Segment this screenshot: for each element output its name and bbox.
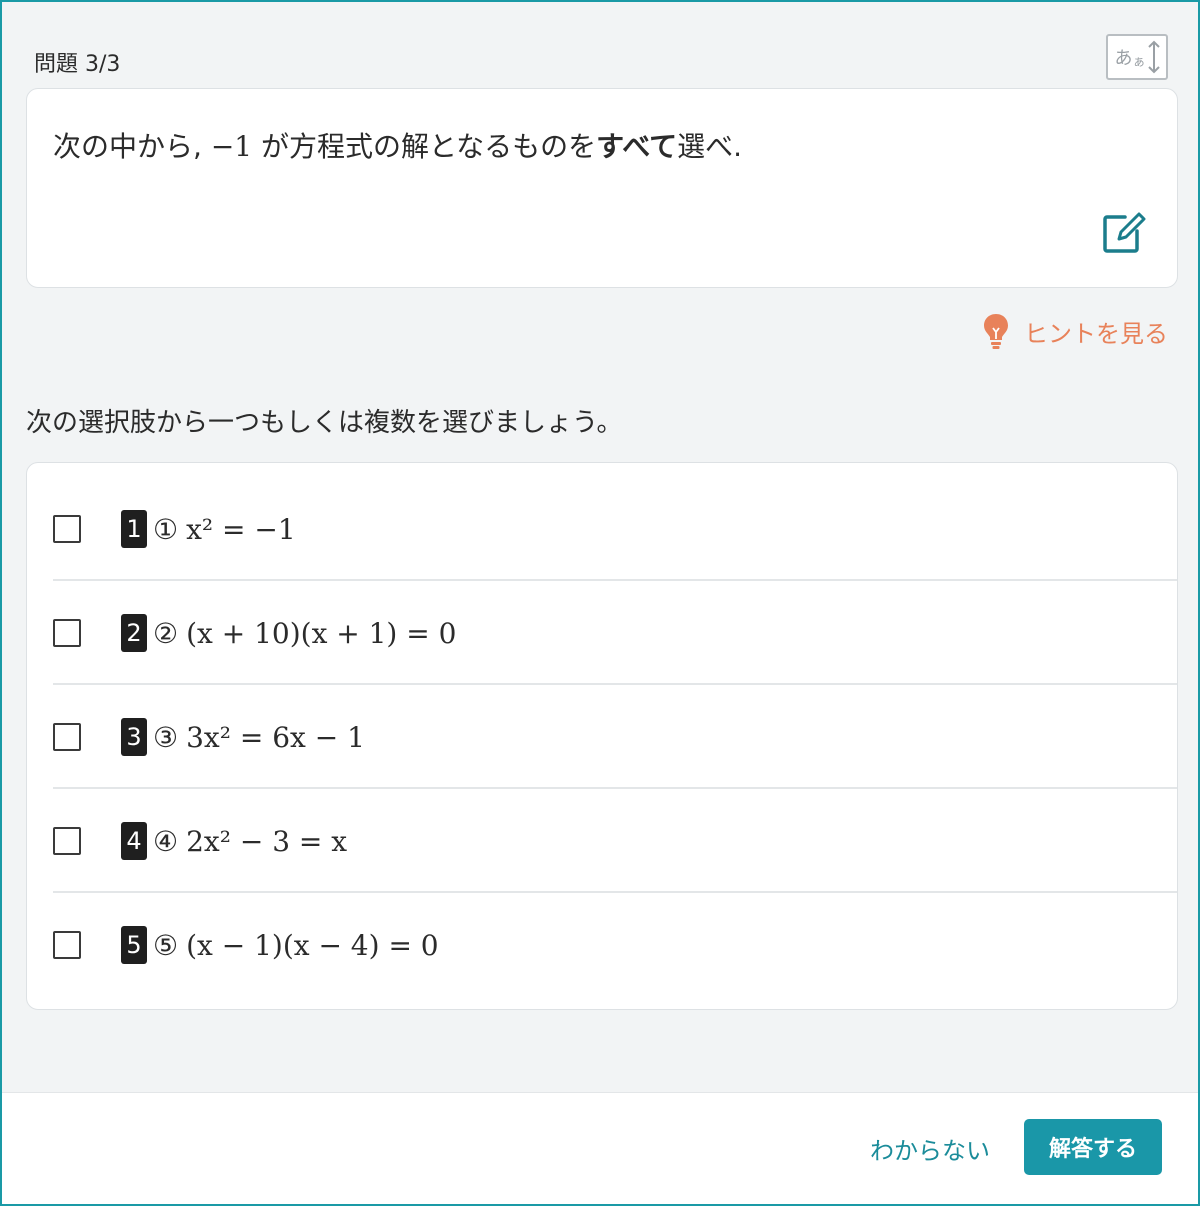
choice-checkbox-3[interactable]	[53, 723, 81, 751]
choice-content: 2 ② (x + 10)(x + 1) = 0	[121, 614, 456, 652]
choice-option-1[interactable]: 1 ① x² = −1	[27, 477, 1177, 581]
question-math: −1	[210, 130, 253, 163]
font-size-button[interactable]: あ ぁ	[1106, 34, 1168, 80]
question-text: 次の中から, −1 が方程式の解となるものをすべて選べ.	[53, 125, 742, 165]
choice-option-2[interactable]: 2 ② (x + 10)(x + 1) = 0	[27, 581, 1177, 685]
choice-circled-number: ④	[153, 824, 179, 858]
question-card: 次の中から, −1 が方程式の解となるものをすべて選べ.	[26, 88, 1178, 288]
question-header: 問題 3/3 あ ぁ	[26, 34, 1174, 80]
submit-answer-button[interactable]: 解答する	[1024, 1119, 1162, 1175]
question-emphasis: すべて	[596, 130, 678, 163]
choice-content: 1 ① x² = −1	[121, 510, 296, 548]
action-footer: わからない 解答する	[2, 1092, 1198, 1204]
choice-content: 5 ⑤ (x − 1)(x − 4) = 0	[121, 926, 439, 964]
choice-checkbox-5[interactable]	[53, 931, 81, 959]
choice-circled-number: ③	[153, 720, 179, 754]
choice-circled-number: ②	[153, 616, 179, 650]
choice-formula: (x + 10)(x + 1) = 0	[186, 616, 457, 650]
choice-checkbox-4[interactable]	[53, 827, 81, 855]
hint-label: ヒントを見る	[1024, 319, 1168, 348]
choice-number-badge: 4	[121, 822, 147, 860]
choice-option-5[interactable]: 5 ⑤ (x − 1)(x − 4) = 0	[27, 893, 1177, 997]
hint-link[interactable]: ヒントを見る	[982, 312, 1168, 350]
question-text-middle: が方程式の解となるものを	[252, 130, 597, 163]
resize-arrow-icon	[1147, 40, 1160, 74]
instruction-text: 次の選択肢から一つもしくは複数を選びましょう。	[26, 408, 623, 438]
choice-formula: x² = −1	[186, 512, 296, 546]
choice-checkbox-1[interactable]	[53, 515, 81, 543]
choice-content: 4 ④ 2x² − 3 = x	[121, 822, 347, 860]
choice-circled-number: ⑤	[153, 928, 179, 962]
choice-number-badge: 3	[121, 718, 147, 756]
choice-formula: (x − 1)(x − 4) = 0	[186, 928, 439, 962]
choice-formula: 3x² = 6x − 1	[186, 720, 365, 754]
choice-formula: 2x² − 3 = x	[186, 824, 348, 858]
memo-edit-button[interactable]	[1099, 209, 1147, 257]
choice-number-badge: 2	[121, 614, 147, 652]
lightbulb-icon	[984, 314, 1008, 349]
quiz-frame: 問題 3/3 あ ぁ 次の中から, −1 が方程式の解となるものをすべて選べ. …	[0, 0, 1200, 1206]
choice-checkbox-2[interactable]	[53, 619, 81, 647]
choice-number-badge: 5	[121, 926, 147, 964]
choice-number-badge: 1	[121, 510, 147, 548]
choice-option-3[interactable]: 3 ③ 3x² = 6x − 1	[27, 685, 1177, 789]
font-size-small-glyph: ぁ	[1132, 54, 1146, 70]
choice-circled-number: ①	[153, 512, 179, 546]
dont-know-button[interactable]: わからない	[870, 1131, 990, 1166]
question-text-before: 次の中から,	[53, 130, 211, 163]
question-text-after: 選べ.	[677, 130, 742, 163]
question-counter: 問題 3/3	[34, 52, 121, 77]
choice-option-4[interactable]: 4 ④ 2x² − 3 = x	[27, 789, 1177, 893]
font-size-large-glyph: あ	[1114, 48, 1133, 69]
edit-note-icon	[1103, 212, 1146, 253]
choices-list: 1 ① x² = −1 2 ② (x + 10)(x + 1) = 0 3 ③ …	[26, 462, 1178, 1010]
choice-content: 3 ③ 3x² = 6x − 1	[121, 718, 365, 756]
